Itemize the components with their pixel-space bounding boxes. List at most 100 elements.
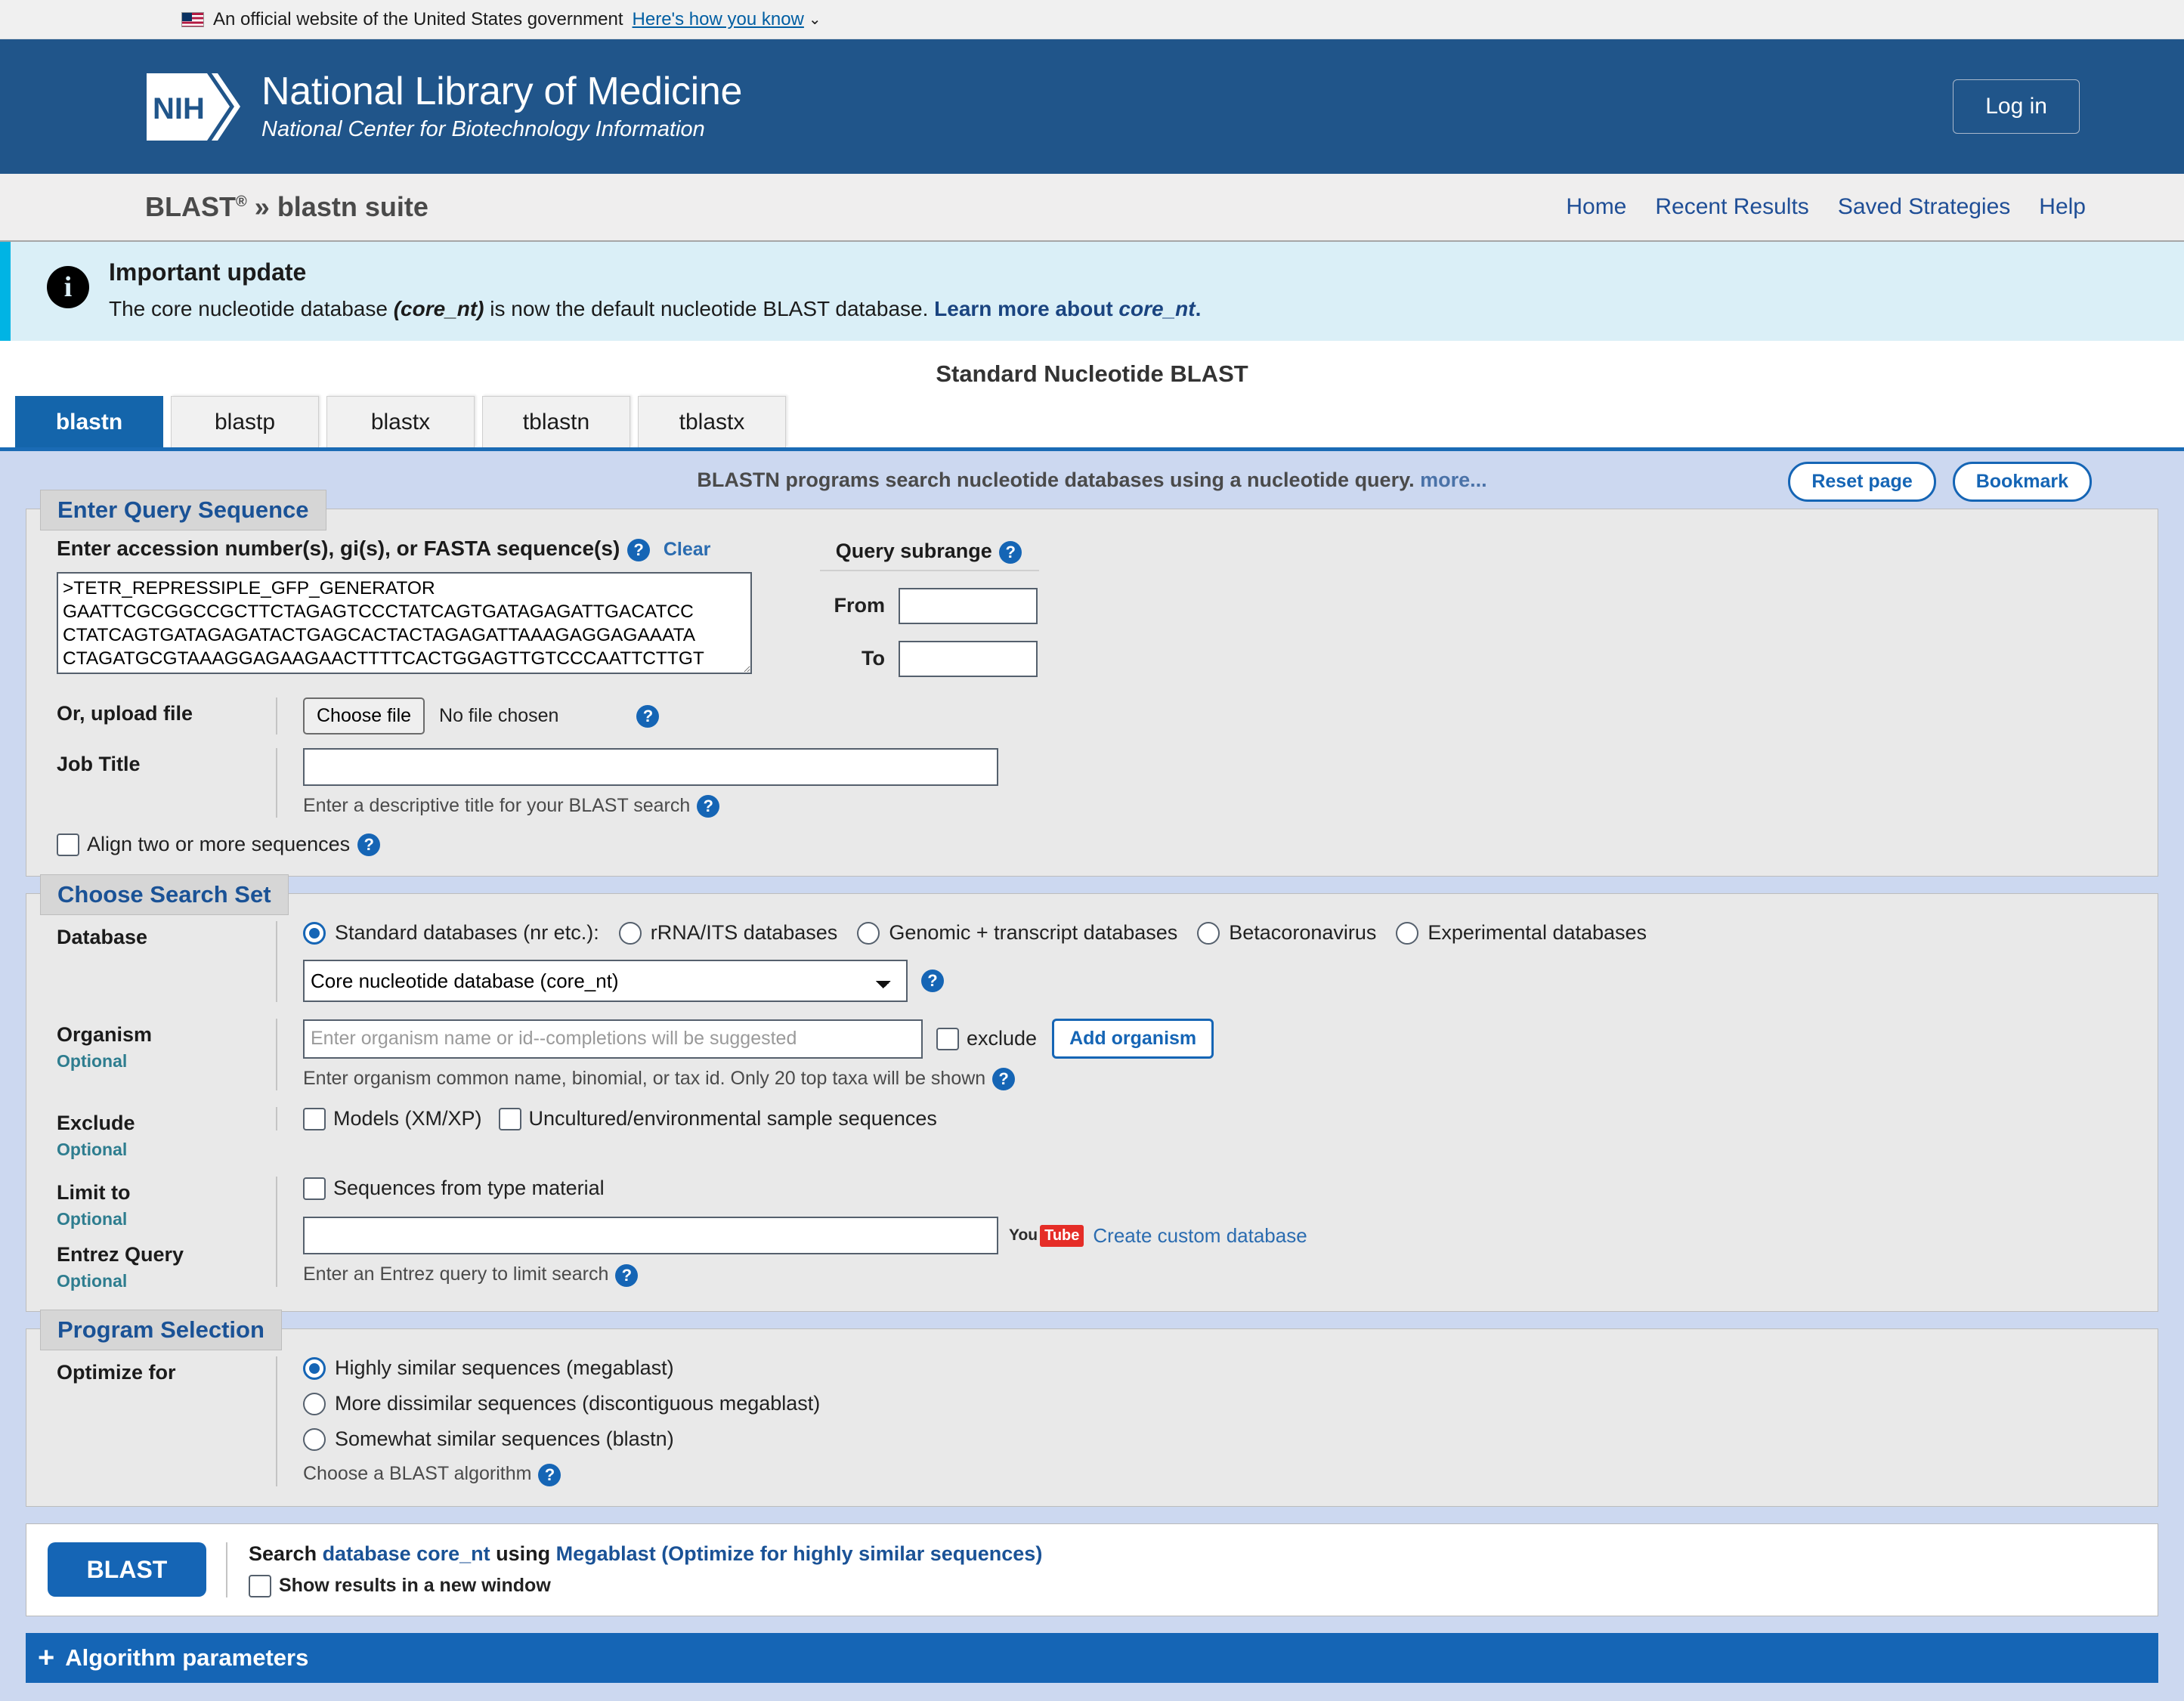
exclude-uncultured-checkbox[interactable] xyxy=(498,1107,521,1130)
organism-exclude-checkbox[interactable] xyxy=(936,1027,959,1050)
optimize-option-disc-megablast[interactable]: More dissimilar sequences (discontiguous… xyxy=(303,1392,2127,1415)
optimize-for-label: Optimize for xyxy=(57,1361,176,1384)
tab-blastx[interactable]: blastx xyxy=(326,396,475,447)
radio-megablast-label: Highly similar sequences (megablast) xyxy=(335,1356,674,1380)
radio-standard-databases[interactable] xyxy=(303,921,326,945)
nih-logo-icon: NIH xyxy=(142,67,242,147)
upload-file-label: Or, upload file xyxy=(57,701,193,725)
radio-discontiguous-megablast[interactable] xyxy=(303,1392,326,1415)
top-navigation: Home Recent Results Saved Strategies Hel… xyxy=(1566,194,2086,220)
breadcrumb-product[interactable]: BLAST xyxy=(145,191,236,222)
organism-input[interactable] xyxy=(303,1019,923,1059)
program-selection-hint: Choose a BLAST algorithm ? xyxy=(303,1463,2127,1486)
exclude-label: Exclude Optional xyxy=(57,1107,276,1160)
exclude-models-label: Models (XM/XP) xyxy=(333,1107,482,1130)
algorithm-parameters-bar[interactable]: + Algorithm parameters xyxy=(26,1632,2158,1683)
breadcrumb-suite: blastn suite xyxy=(277,191,428,222)
nav-recent-results[interactable]: Recent Results xyxy=(1655,194,1808,220)
job-title-help-icon[interactable]: ? xyxy=(697,795,720,818)
learn-more-post: . xyxy=(1195,297,1202,320)
government-banner: An official website of the United States… xyxy=(0,0,2184,39)
align-two-help-icon[interactable]: ? xyxy=(357,833,381,856)
show-results-new-window-label: Show results in a new window xyxy=(279,1575,551,1597)
gov-banner-text: An official website of the United States… xyxy=(213,8,623,29)
organism-hint-text: Enter organism common name, binomial, or… xyxy=(303,1068,986,1089)
nav-home[interactable]: Home xyxy=(1566,194,1626,220)
nav-saved-strategies[interactable]: Saved Strategies xyxy=(1838,194,2010,220)
algorithm-parameters-label: Algorithm parameters xyxy=(65,1644,309,1671)
add-organism-button[interactable]: Add organism xyxy=(1052,1019,1214,1059)
radio-megablast[interactable] xyxy=(303,1356,326,1380)
align-two-sequences-checkbox[interactable] xyxy=(57,833,79,856)
submit-database-link[interactable]: database core_nt xyxy=(323,1542,490,1565)
entrez-query-input[interactable] xyxy=(303,1217,998,1255)
reset-page-button[interactable]: Reset page xyxy=(1788,462,1936,502)
subrange-to-label: To xyxy=(862,647,885,670)
show-results-new-window-checkbox[interactable] xyxy=(249,1574,271,1597)
notice-body: The core nucleotide database (core_nt) i… xyxy=(109,297,1201,321)
bookmark-button[interactable]: Bookmark xyxy=(1952,462,2092,502)
no-file-chosen-text: No file chosen xyxy=(439,704,559,726)
radio-blastn[interactable] xyxy=(303,1427,326,1451)
subrange-from-input[interactable] xyxy=(899,587,1038,624)
tab-blastn[interactable]: blastn xyxy=(15,396,163,447)
organism-exclude-label: exclude xyxy=(967,1027,1038,1050)
organism-label-text: Organism xyxy=(57,1023,153,1046)
program-tabs: blastn blastp blastx tblastn tblastx xyxy=(0,395,2184,451)
database-select[interactable]: Core nucleotide database (core_nt) xyxy=(303,960,908,1002)
job-title-input[interactable] xyxy=(303,747,998,786)
radio-rrna-its-databases[interactable] xyxy=(618,921,642,945)
query-subrange-title: Query subrange ? xyxy=(820,540,1039,571)
learn-more-link[interactable]: Learn more about core_nt. xyxy=(934,297,1201,320)
notice-core-nt-emphasis: (core_nt) xyxy=(393,297,484,320)
choose-file-button[interactable]: Choose file xyxy=(303,697,425,735)
radio-experimental-databases[interactable] xyxy=(1396,921,1419,945)
notice-body-mid: is now the default nucleotide BLAST data… xyxy=(484,297,935,320)
chevron-down-icon[interactable]: ⌄ xyxy=(809,10,821,29)
organism-help-icon[interactable]: ? xyxy=(992,1068,1016,1091)
create-custom-database-link[interactable]: Create custom database xyxy=(1093,1224,1307,1248)
entrez-query-label: Entrez Query xyxy=(57,1243,184,1266)
query-sequence-textarea[interactable] xyxy=(57,571,752,674)
submit-program-link[interactable]: Megablast (Optimize for highly similar s… xyxy=(556,1542,1043,1565)
optimize-option-blastn[interactable]: Somewhat similar sequences (blastn) xyxy=(303,1427,2127,1451)
subrange-to-input[interactable] xyxy=(899,640,1038,677)
program-selection-help-icon[interactable]: ? xyxy=(538,1463,561,1486)
registered-mark: ® xyxy=(236,193,247,210)
database-help-icon[interactable]: ? xyxy=(921,970,944,992)
subrange-from-row: From xyxy=(820,587,1039,624)
exclude-optional-tag: Optional xyxy=(57,1140,128,1160)
nav-help[interactable]: Help xyxy=(2039,194,2086,220)
more-link[interactable]: more... xyxy=(1420,469,1487,491)
blast-submit-button[interactable]: BLAST xyxy=(48,1542,206,1597)
optimize-for-field: Highly similar sequences (megablast) Mor… xyxy=(276,1356,2127,1486)
exclude-field: Models (XM/XP) Uncultured/environmental … xyxy=(276,1107,2127,1131)
radio-genomic-transcript-databases-label: Genomic + transcript databases xyxy=(889,921,1178,944)
nlm-logo[interactable]: NIH National Library of Medicine Nationa… xyxy=(142,67,742,147)
youtube-icon[interactable]: You Tube xyxy=(1009,1224,1084,1247)
heres-how-you-know-link[interactable]: Here's how you know xyxy=(633,9,804,30)
tab-tblastx[interactable]: tblastx xyxy=(638,396,786,447)
radio-betacoronavirus[interactable] xyxy=(1197,921,1220,945)
submit-search-summary: Search database core_nt using Megablast … xyxy=(249,1542,1042,1566)
upload-help-icon[interactable]: ? xyxy=(636,705,660,728)
notice-body-pre: The core nucleotide database xyxy=(109,297,394,320)
enter-query-sequence-panel: Enter Query Sequence Enter accession num… xyxy=(26,490,2158,877)
type-material-checkbox[interactable] xyxy=(303,1177,326,1200)
tab-blastp[interactable]: blastp xyxy=(171,396,319,447)
login-button[interactable]: Log in xyxy=(1953,79,2080,134)
subrange-help-icon[interactable]: ? xyxy=(999,540,1022,564)
optimize-option-megablast[interactable]: Highly similar sequences (megablast) xyxy=(303,1356,2127,1380)
database-radio-group: Standard databases (nr etc.): rRNA/ITS d… xyxy=(303,921,2127,945)
database-field: Standard databases (nr etc.): rRNA/ITS d… xyxy=(276,921,2127,1002)
job-title-hint-text: Enter a descriptive title for your BLAST… xyxy=(303,794,691,816)
entrez-hint: Enter an Entrez query to limit search ? xyxy=(303,1263,2127,1287)
clear-link[interactable]: Clear xyxy=(664,539,711,560)
query-help-icon[interactable]: ? xyxy=(627,538,651,561)
entrez-help-icon[interactable]: ? xyxy=(615,1263,639,1287)
exclude-models-checkbox[interactable] xyxy=(303,1107,326,1130)
radio-genomic-transcript-databases[interactable] xyxy=(857,921,880,945)
tab-tblastn[interactable]: tblastn xyxy=(482,396,630,447)
job-title-hint: Enter a descriptive title for your BLAST… xyxy=(303,795,2127,818)
page-title: Standard Nucleotide BLAST xyxy=(936,360,1248,387)
